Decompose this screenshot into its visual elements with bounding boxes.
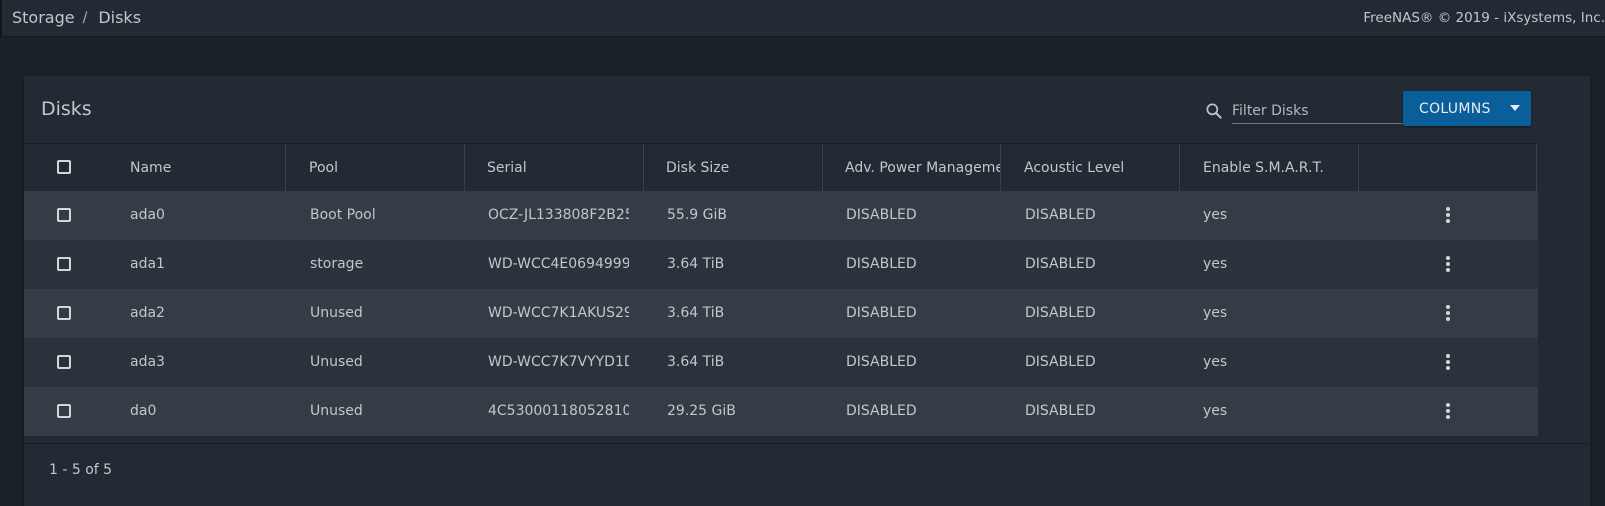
disk-apm: DISABLED xyxy=(846,354,917,370)
more-vert-icon[interactable] xyxy=(1445,207,1451,225)
table-header: Name Pool Serial Disk Size Adv. Power Ma… xyxy=(24,143,1538,192)
column-header-disk-size[interactable]: Disk Size xyxy=(666,144,816,192)
table-row[interactable]: ada2 Unused WD-WCC7K1AKUS29 3.64 TiB DIS… xyxy=(24,289,1538,338)
disk-size: 29.25 GiB xyxy=(667,403,736,419)
column-divider[interactable] xyxy=(285,144,286,192)
disks-table: Name Pool Serial Disk Size Adv. Power Ma… xyxy=(24,143,1538,436)
disk-name: da0 xyxy=(130,403,157,419)
disk-size: 3.64 TiB xyxy=(667,256,725,272)
pagination-range: 1 - 5 of 5 xyxy=(49,462,113,478)
disk-smart: yes xyxy=(1203,403,1228,419)
disks-card: Disks COLUMNS Name Pool Serial Disk Size… xyxy=(24,76,1590,506)
disk-apm: DISABLED xyxy=(846,305,917,321)
top-bar: Storage / Disks FreeNAS® © 2019 - iXsyst… xyxy=(0,0,1605,37)
more-vert-icon[interactable] xyxy=(1445,354,1451,372)
breadcrumb-separator: / xyxy=(82,9,88,26)
table-footer: 1 - 5 of 5 xyxy=(24,443,1590,503)
more-vert-icon[interactable] xyxy=(1445,256,1451,274)
disk-serial: 4C530001180528100 xyxy=(488,403,629,419)
columns-button-label: COLUMNS xyxy=(1419,100,1491,117)
column-divider[interactable] xyxy=(464,144,465,192)
caret-down-icon xyxy=(1510,105,1520,111)
column-header-apm[interactable]: Adv. Power Management xyxy=(845,144,1000,192)
disk-serial: OCZ-JL133808F2B25 xyxy=(488,207,629,223)
column-divider[interactable] xyxy=(1000,144,1001,192)
select-all-checkbox[interactable] xyxy=(57,160,71,174)
column-header-name[interactable]: Name xyxy=(130,144,280,192)
column-divider[interactable] xyxy=(643,144,644,192)
column-header-acoustic-level[interactable]: Acoustic Level xyxy=(1024,144,1174,192)
disk-pool: Boot Pool xyxy=(310,207,376,223)
more-vert-icon[interactable] xyxy=(1445,305,1451,323)
column-divider[interactable] xyxy=(1179,144,1180,192)
row-checkbox[interactable] xyxy=(57,306,71,320)
disk-pool: Unused xyxy=(310,305,363,321)
column-header-pool[interactable]: Pool xyxy=(309,144,459,192)
disk-size: 3.64 TiB xyxy=(667,354,725,370)
table-row[interactable]: da0 Unused 4C530001180528100 29.25 GiB D… xyxy=(24,387,1538,436)
disk-acoustic-level: DISABLED xyxy=(1025,305,1096,321)
column-header-serial[interactable]: Serial xyxy=(487,144,637,192)
more-vert-icon[interactable] xyxy=(1445,403,1451,421)
column-header-enable-smart[interactable]: Enable S.M.A.R.T. xyxy=(1203,144,1353,192)
disk-serial: WD-WCC7K7VYYD1D xyxy=(488,354,629,370)
disk-acoustic-level: DISABLED xyxy=(1025,256,1096,272)
disk-smart: yes xyxy=(1203,207,1228,223)
disk-apm: DISABLED xyxy=(846,256,917,272)
table-scroll-edge xyxy=(1538,143,1590,443)
disk-smart: yes xyxy=(1203,354,1228,370)
disk-size: 3.64 TiB xyxy=(667,305,725,321)
column-divider[interactable] xyxy=(822,144,823,192)
column-divider xyxy=(1536,144,1537,192)
disk-serial: WD-WCC4E0694999 xyxy=(488,256,629,272)
card-title: Disks xyxy=(41,98,92,120)
row-checkbox[interactable] xyxy=(57,208,71,222)
disk-apm: DISABLED xyxy=(846,207,917,223)
table-row[interactable]: ada3 Unused WD-WCC7K7VYYD1D 3.64 TiB DIS… xyxy=(24,338,1538,387)
disk-acoustic-level: DISABLED xyxy=(1025,354,1096,370)
disk-size: 55.9 GiB xyxy=(667,207,727,223)
filter-disks-input[interactable] xyxy=(1232,98,1410,124)
filter-box xyxy=(1204,98,1410,124)
search-icon xyxy=(1206,103,1222,119)
disk-pool: Unused xyxy=(310,354,363,370)
row-checkbox[interactable] xyxy=(57,355,71,369)
disk-name: ada0 xyxy=(130,207,165,223)
columns-button[interactable]: COLUMNS xyxy=(1403,91,1531,126)
disk-name: ada1 xyxy=(130,256,165,272)
disk-smart: yes xyxy=(1203,305,1228,321)
disk-pool: storage xyxy=(310,256,364,272)
disk-pool: Unused xyxy=(310,403,363,419)
breadcrumb-disks: Disks xyxy=(98,8,142,27)
column-divider[interactable] xyxy=(1358,144,1359,192)
copyright-text: FreeNAS® © 2019 - iXsystems, Inc. xyxy=(1363,10,1605,26)
table-row[interactable]: ada1 storage WD-WCC4E0694999 3.64 TiB DI… xyxy=(24,240,1538,289)
disk-name: ada2 xyxy=(130,305,165,321)
row-checkbox[interactable] xyxy=(57,257,71,271)
disk-serial: WD-WCC7K1AKUS29 xyxy=(488,305,629,321)
disk-apm: DISABLED xyxy=(846,403,917,419)
breadcrumb-storage[interactable]: Storage xyxy=(12,8,75,27)
table-row[interactable]: ada0 Boot Pool OCZ-JL133808F2B25 55.9 Gi… xyxy=(24,191,1538,240)
disk-name: ada3 xyxy=(130,354,165,370)
disk-smart: yes xyxy=(1203,256,1228,272)
breadcrumb: Storage / Disks xyxy=(12,8,141,27)
disk-acoustic-level: DISABLED xyxy=(1025,403,1096,419)
disk-acoustic-level: DISABLED xyxy=(1025,207,1096,223)
row-checkbox[interactable] xyxy=(57,404,71,418)
